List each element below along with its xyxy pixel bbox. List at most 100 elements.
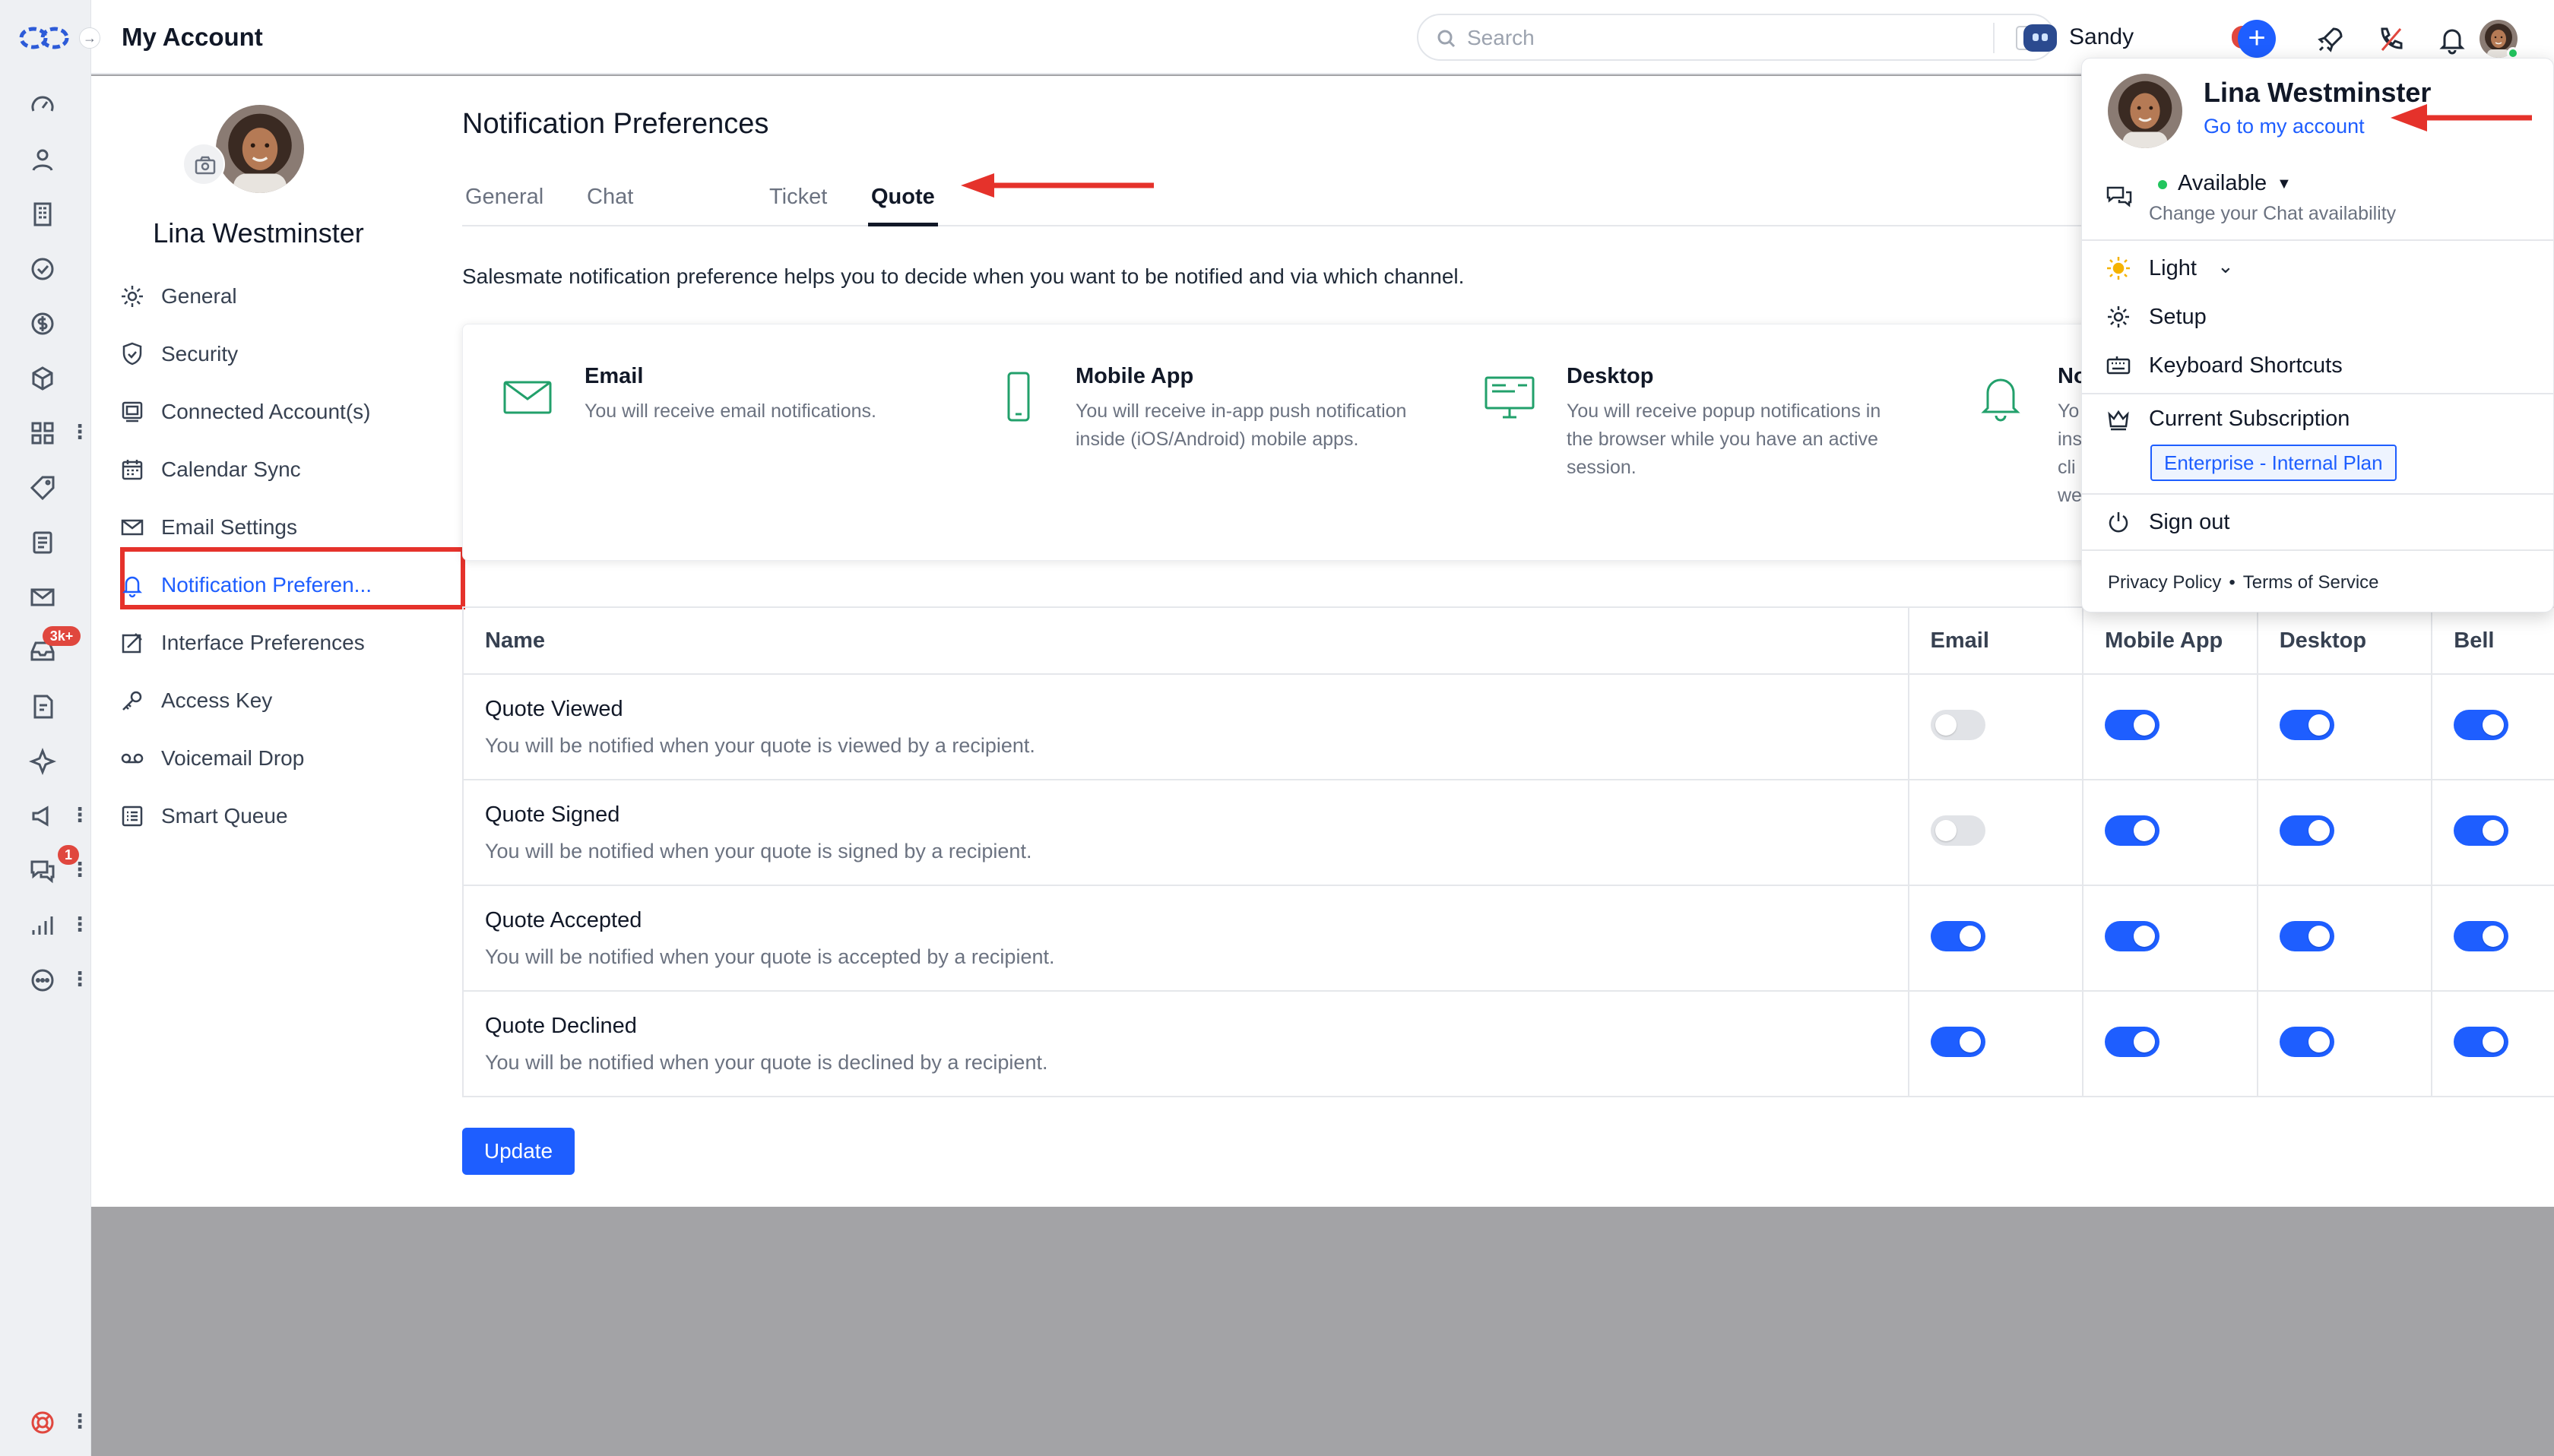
plan-badge[interactable]: Enterprise - Internal Plan	[2150, 445, 2397, 481]
profile-photo	[216, 105, 304, 193]
bell-icon	[1974, 370, 2027, 423]
sidebar-item-general[interactable]: General	[119, 269, 453, 327]
desktop-toggle[interactable]	[2279, 815, 2334, 846]
bell-toggle[interactable]	[2454, 710, 2509, 740]
contacts-icon[interactable]	[27, 144, 58, 175]
sidebar-item-access-key[interactable]: Access Key	[119, 673, 453, 731]
sidebar-item-label: Smart Queue	[161, 804, 288, 828]
mobile-toggle[interactable]	[2105, 815, 2160, 846]
campaign-more-icon[interactable]: ⋮	[70, 801, 90, 831]
mobile-toggle[interactable]	[2105, 921, 2160, 951]
left-rail: ⋮ 3k+ ⋮ 1 ⋮ ⋮ ⋮ ⋮	[0, 0, 91, 1456]
email-toggle[interactable]	[1930, 710, 1985, 740]
privacy-policy-link[interactable]: Privacy Policy	[2108, 572, 2221, 593]
bell-toggle-cell	[2431, 674, 2554, 780]
column-header-mobile: Mobile App	[2082, 607, 2258, 675]
chevron-down-icon: ⌄	[2217, 255, 2234, 277]
annotation-arrow-account	[2391, 104, 2532, 131]
tab-general[interactable]: General	[462, 181, 547, 226]
update-button[interactable]: Update	[462, 1128, 575, 1175]
desktop-toggle-cell	[2256, 780, 2432, 886]
email-toggle[interactable]	[1930, 815, 1985, 846]
email-toggle[interactable]	[1930, 1027, 1985, 1057]
row-description: You will be notified when your quote is …	[485, 1050, 1048, 1074]
sidebar-item-connected-accounts[interactable]: Connected Account(s)	[119, 385, 453, 442]
sidebar-item-smart-queue[interactable]: Smart Queue	[119, 789, 453, 847]
tab-chat[interactable]: Chat	[584, 181, 636, 226]
divider	[2082, 239, 2554, 241]
caret-down-icon[interactable]: ▼	[2277, 176, 2292, 193]
apps-more-icon[interactable]: ⋮	[70, 418, 90, 448]
page-title: My Account	[122, 23, 263, 51]
row-name-cell: Quote Declined You will be notified when …	[463, 991, 1909, 1097]
sun-icon	[2105, 255, 2132, 282]
dropdown-footer: Privacy Policy • Terms of Service	[2108, 572, 2379, 593]
mobile-toggle[interactable]	[2105, 710, 2160, 740]
bell-toggle-cell	[2431, 991, 2554, 1097]
sidebar-item-calendar-sync[interactable]: Calendar Sync	[119, 442, 453, 500]
gear-icon	[2105, 303, 2132, 331]
app-logo[interactable]	[18, 23, 70, 53]
search-input[interactable]	[1467, 21, 1969, 55]
reports-icon[interactable]	[27, 910, 58, 941]
sidebar-item-security[interactable]: Security	[119, 327, 453, 385]
desktop-toggle[interactable]	[2279, 921, 2334, 951]
bell-toggle[interactable]	[2454, 815, 2509, 846]
mobile-toggle-cell	[2082, 885, 2258, 992]
chat-icon[interactable]	[27, 856, 58, 886]
tag-icon[interactable]	[27, 473, 58, 503]
overlay-backdrop	[91, 1207, 2554, 1456]
subscription-label: Current Subscription	[2149, 407, 2350, 431]
notification-tabs: General Chat Ticket Quote	[462, 181, 2317, 226]
bell-icon[interactable]	[2435, 23, 2469, 56]
desktop-toggle[interactable]	[2279, 710, 2334, 740]
mobile-toggle[interactable]	[2105, 1027, 2160, 1057]
sparkle-icon[interactable]	[27, 746, 58, 777]
tab-ticket[interactable]: Ticket	[766, 181, 830, 226]
bell-toggle[interactable]	[2454, 1027, 2509, 1057]
column-header-bell: Bell	[2431, 607, 2554, 675]
keyboard-icon	[2105, 352, 2132, 379]
desktop-toggle-cell	[2256, 991, 2432, 1097]
campaign-icon[interactable]	[27, 801, 58, 831]
sidebar-item-notification-preferences[interactable]: Notification Preferen...	[119, 547, 465, 616]
help-more-icon[interactable]: ⋮	[70, 1407, 90, 1438]
help-icon[interactable]	[27, 1407, 58, 1438]
row-description: You will be notified when your quote is …	[485, 733, 1035, 757]
more-icon[interactable]	[27, 965, 58, 995]
go-to-account-link[interactable]: Go to my account	[2204, 115, 2365, 138]
sidebar-item-interface-preferences[interactable]: Interface Preferences	[119, 616, 453, 673]
products-icon[interactable]	[27, 363, 58, 394]
bell-toggle[interactable]	[2454, 921, 2509, 951]
expand-rail-button[interactable]: →	[79, 27, 100, 49]
email-toggle[interactable]	[1930, 921, 1985, 951]
tasks-icon[interactable]	[27, 254, 58, 284]
phone-off-icon[interactable]	[2375, 23, 2408, 56]
preferences-table: Name Email Mobile App Desktop Bell Quote…	[462, 606, 2554, 1097]
more-menu-icon[interactable]: ⋮	[70, 965, 90, 995]
availability-select[interactable]: Available	[2178, 171, 2267, 196]
rocket-icon[interactable]	[2314, 23, 2347, 56]
mail-icon[interactable]	[27, 582, 58, 612]
channel-cards: Email You will receive email notificatio…	[462, 324, 2286, 561]
quote-icon[interactable]	[27, 692, 58, 722]
reports-more-icon[interactable]: ⋮	[70, 910, 90, 941]
desktop-toggle-cell	[2256, 674, 2432, 780]
profile-dropdown: Lina Westminster Go to my account Availa…	[2081, 58, 2554, 612]
bell-icon	[119, 571, 146, 599]
add-button[interactable]: +	[2238, 20, 2276, 58]
chat-more-icon[interactable]: ⋮	[70, 856, 90, 886]
row-description: You will be notified when your quote is …	[485, 839, 1032, 863]
document-icon[interactable]	[27, 527, 58, 558]
dashboard-icon[interactable]	[27, 90, 58, 120]
sidebar-item-voicemail-drop[interactable]: Voicemail Drop	[119, 731, 453, 789]
tab-quote[interactable]: Quote	[868, 181, 938, 226]
companies-icon[interactable]	[27, 199, 58, 229]
camera-icon[interactable]	[182, 143, 225, 185]
search-bar[interactable]: /	[1417, 14, 2055, 61]
desktop-toggle[interactable]	[2279, 1027, 2334, 1057]
terms-link[interactable]: Terms of Service	[2243, 572, 2379, 593]
deals-icon[interactable]	[27, 309, 58, 339]
mobile-icon	[992, 370, 1045, 423]
apps-grid-icon[interactable]	[27, 418, 58, 448]
